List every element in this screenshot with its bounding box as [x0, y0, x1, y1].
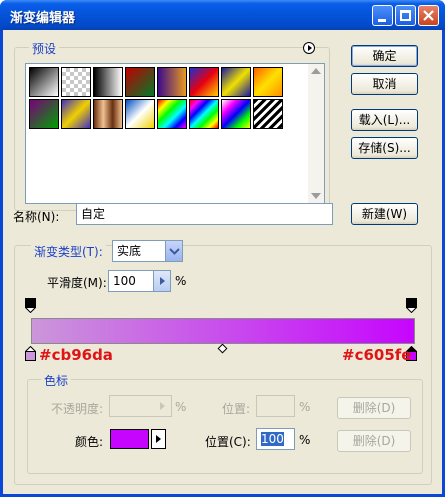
color-swatch[interactable]	[110, 429, 149, 449]
smoothness-value: 100	[113, 274, 136, 288]
stops-group	[27, 379, 423, 474]
position-input[interactable]: 100	[256, 428, 295, 450]
chevron-down-icon	[169, 248, 180, 255]
minimize-button[interactable]	[372, 5, 393, 26]
end-color-label: #c605fe	[342, 346, 412, 364]
save-button[interactable]: 存储(S)...	[351, 137, 418, 159]
position-unit-top: %	[299, 400, 311, 414]
gradient-preview-bar[interactable]	[31, 318, 415, 344]
name-label: 名称(N):	[13, 210, 60, 224]
position-label-top: 位置:	[222, 402, 251, 416]
play-icon	[156, 435, 161, 443]
opacity-label: 不透明度:	[51, 402, 104, 416]
smoothness-popup-button[interactable]	[153, 271, 170, 291]
smoothness-unit: %	[175, 274, 187, 288]
opacity-stop-left[interactable]	[24, 298, 37, 314]
preset-swatch[interactable]	[61, 67, 91, 97]
preset-swatch[interactable]	[157, 99, 187, 129]
presets-scrollbar[interactable]	[308, 64, 324, 203]
preset-swatch[interactable]	[93, 99, 123, 129]
position-label: 位置(C):	[205, 435, 251, 449]
color-label: 颜色:	[75, 435, 104, 449]
dropdown-button[interactable]	[165, 241, 182, 261]
preset-swatch[interactable]	[221, 67, 251, 97]
opacity-unit: %	[175, 400, 187, 414]
preset-swatch[interactable]	[93, 67, 123, 97]
close-icon	[423, 10, 434, 21]
stops-label: 色标	[41, 372, 72, 389]
position-input-top[interactable]	[256, 395, 295, 417]
maximize-icon	[400, 10, 411, 21]
preset-swatch[interactable]	[125, 99, 155, 129]
color-stop-icon	[24, 345, 37, 361]
ok-button[interactable]: 确定	[351, 45, 418, 67]
preset-swatch[interactable]	[189, 67, 219, 97]
window-title: 渐变编辑器	[10, 11, 76, 26]
preset-swatch[interactable]	[29, 67, 59, 97]
presets-list[interactable]	[25, 63, 325, 204]
delete-opacity-stop-button[interactable]: 删除(D)	[337, 397, 411, 419]
preset-swatch[interactable]	[61, 99, 91, 129]
position-unit: %	[299, 433, 311, 447]
gradient-type-label: 渐变类型(T):	[31, 243, 106, 260]
gradient-type-select[interactable]: 实底	[112, 240, 183, 262]
preset-swatch[interactable]	[221, 99, 251, 129]
new-button[interactable]: 新建(W)	[351, 203, 418, 225]
opacity-input[interactable]	[109, 395, 172, 417]
dialog-body: 预设 确定 取消 载入(L)... 存储(S)... 名称(N): 自定 新建(…	[3, 30, 442, 494]
play-icon	[160, 402, 165, 410]
close-button[interactable]	[418, 5, 439, 26]
opacity-stop-right[interactable]	[405, 298, 418, 314]
load-button[interactable]: 载入(L)...	[351, 109, 418, 131]
name-input[interactable]: 自定	[76, 203, 333, 225]
preset-swatch[interactable]	[253, 99, 283, 129]
scroll-down-icon[interactable]	[311, 193, 321, 199]
gradient-editor-window: 渐变编辑器 预设 确定 取消 载入(L)... 存储(S)... 名称(N): …	[0, 0, 445, 497]
start-color-label: #cb96da	[39, 346, 113, 364]
title-bar[interactable]: 渐变编辑器	[0, 0, 445, 30]
maximize-button[interactable]	[395, 5, 416, 26]
preset-swatch[interactable]	[189, 99, 219, 129]
play-icon	[308, 45, 312, 51]
scroll-up-icon[interactable]	[311, 68, 321, 74]
smoothness-label: 平滑度(M):	[47, 276, 107, 290]
presets-label: 预设	[29, 40, 60, 57]
opacity-stop-icon	[405, 298, 418, 314]
position-value: 100	[261, 432, 284, 446]
gradient-type-value: 实底	[117, 244, 142, 258]
play-icon	[160, 277, 165, 285]
preset-swatch[interactable]	[125, 67, 155, 97]
cancel-button[interactable]: 取消	[351, 73, 418, 95]
opacity-stop-icon	[24, 298, 37, 314]
color-menu-button[interactable]	[151, 429, 166, 449]
preset-swatch[interactable]	[29, 99, 59, 129]
delete-color-stop-button[interactable]: 删除(D)	[337, 430, 411, 452]
smoothness-input[interactable]: 100	[108, 270, 171, 292]
presets-menu-button[interactable]	[303, 42, 315, 54]
preset-swatch[interactable]	[253, 67, 283, 97]
minimize-icon	[378, 19, 386, 22]
preset-swatch[interactable]	[157, 67, 187, 97]
color-stop-left[interactable]	[24, 345, 37, 361]
